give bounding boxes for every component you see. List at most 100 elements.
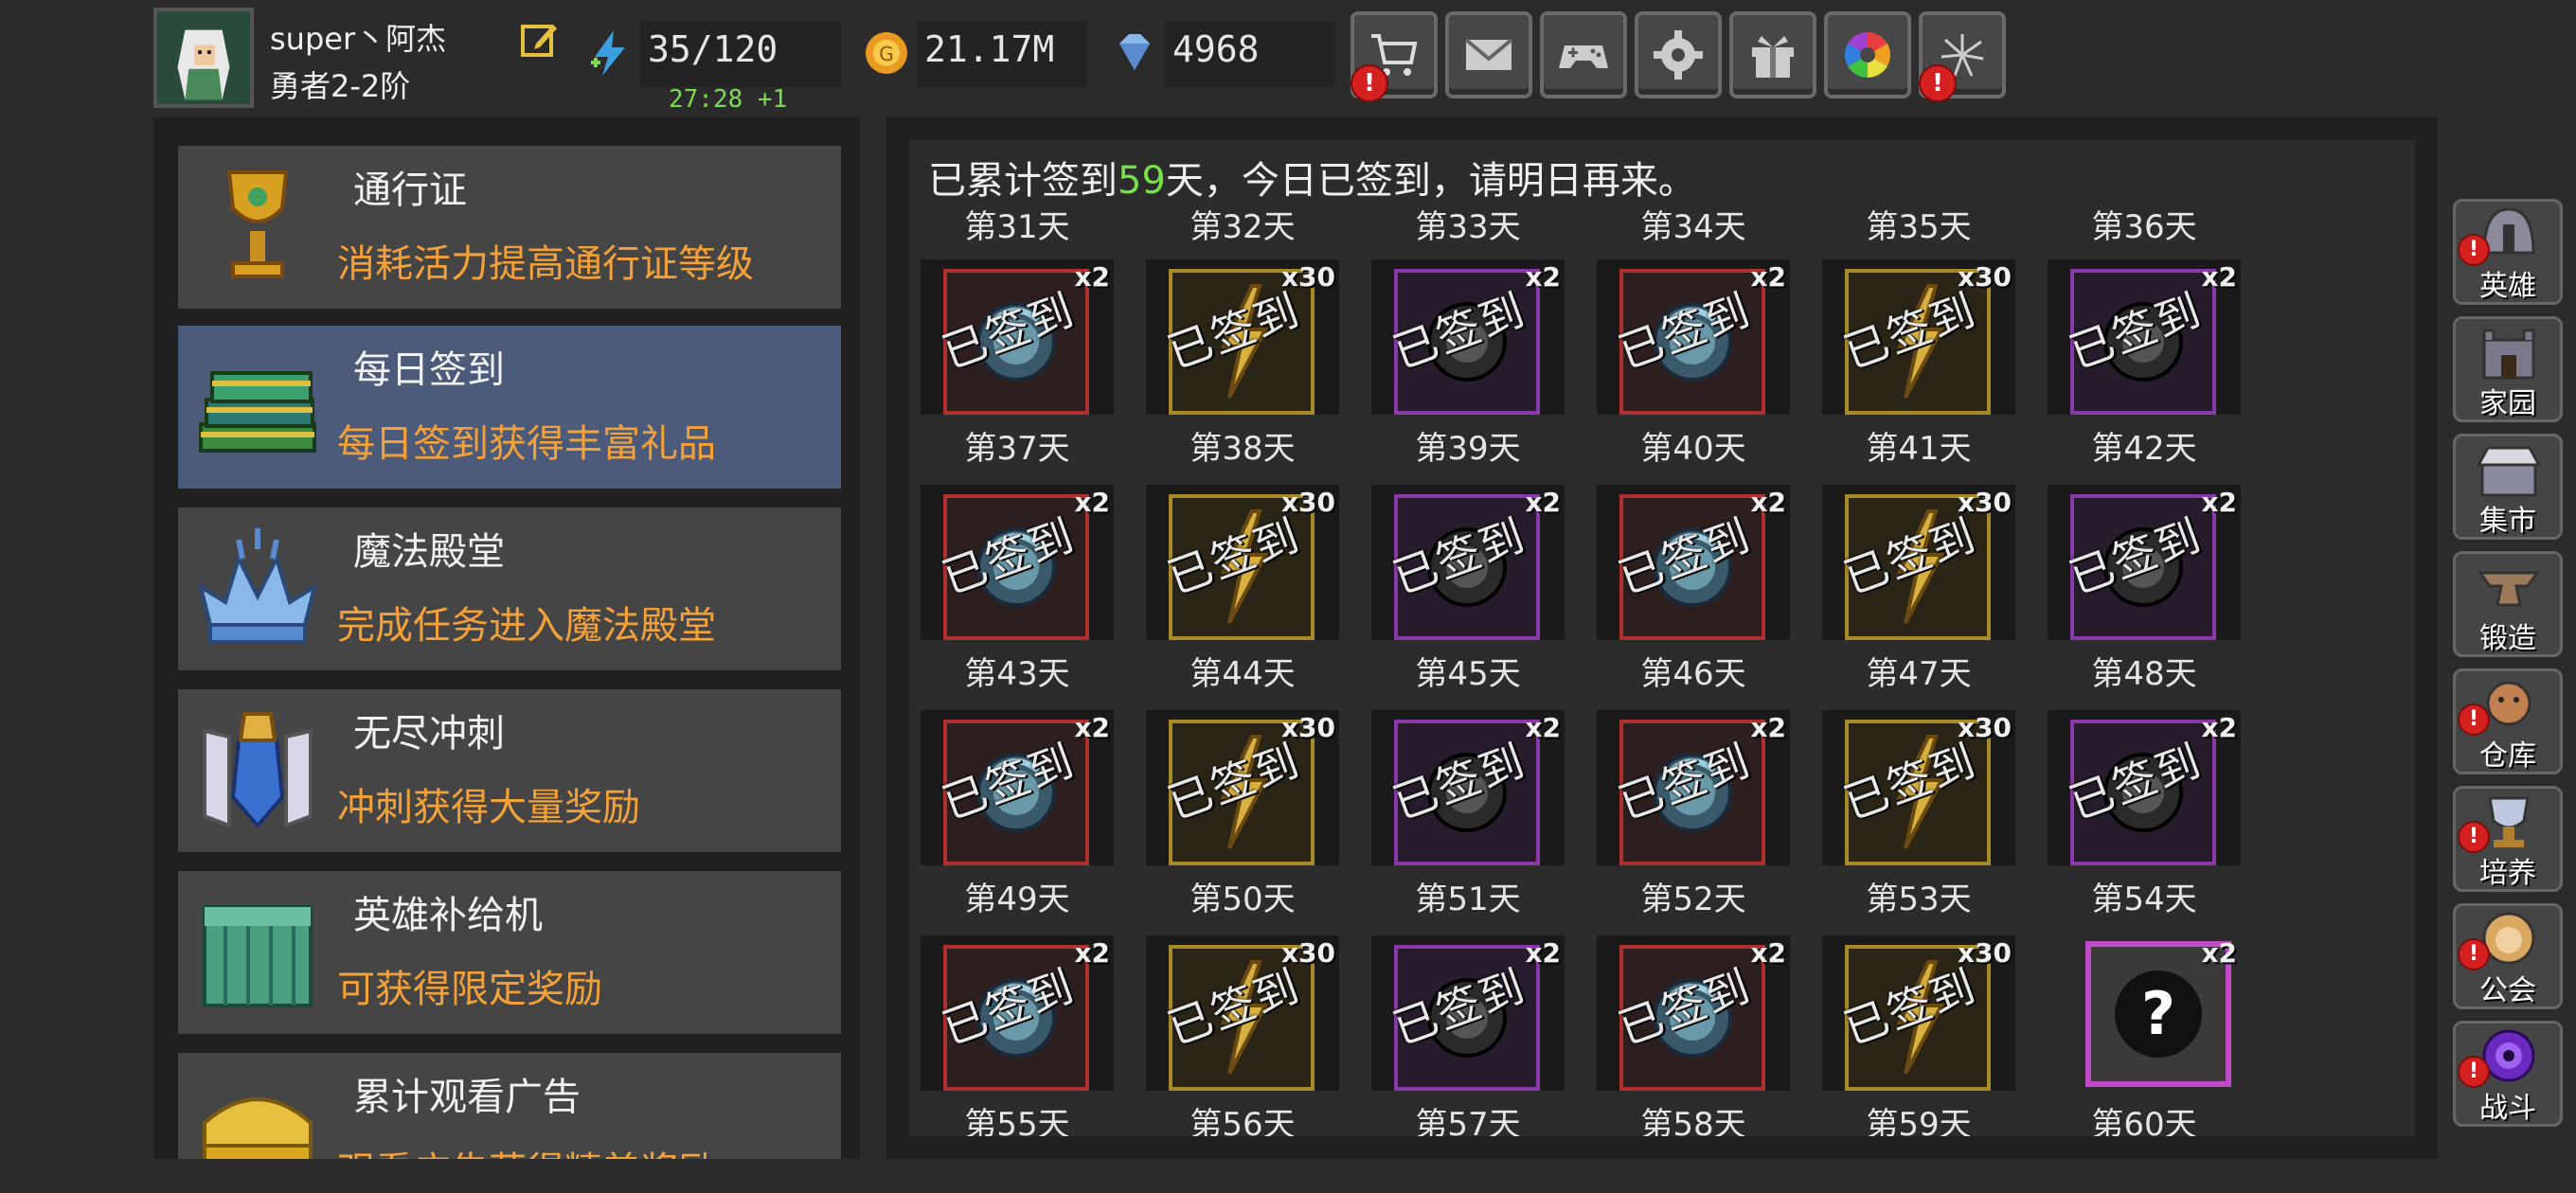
menu-item-title: 通行证 xyxy=(353,169,467,212)
menu-item-desc: 消耗活力提高通行证等级 xyxy=(337,242,754,286)
nav-castle-button[interactable]: 家园 xyxy=(2453,316,2563,422)
menu-item-endless-sprint[interactable]: 无尽冲刺 冲刺获得大量奖励 xyxy=(178,689,841,852)
day-label: 第42天 xyxy=(2091,430,2197,468)
day-label: 第41天 xyxy=(1866,430,1972,468)
gamepad-button[interactable] xyxy=(1540,11,1627,98)
reward-cell[interactable]: 已签到 x30 xyxy=(1822,259,2015,415)
reward-cell[interactable]: 已签到 x2 xyxy=(1371,710,1565,865)
menu-item-desc: 可获得限定奖励 xyxy=(337,968,602,1011)
reward-cell[interactable]: 已签到 x30 xyxy=(1146,935,1339,1091)
alert-badge: ! xyxy=(2458,938,2490,970)
question-mark-icon: ? xyxy=(2115,970,2202,1058)
avatar-portrait-icon xyxy=(157,11,250,104)
chalice-icon xyxy=(226,170,289,278)
reward-quantity: x30 xyxy=(1280,937,1335,969)
reward-cell[interactable]: ? x2 xyxy=(2048,935,2241,1091)
reward-cell[interactable]: 已签到 x2 xyxy=(1597,935,1790,1091)
reward-cell[interactable]: 已签到 x2 xyxy=(1597,710,1790,865)
nav-label: 战斗 xyxy=(2479,1092,2536,1125)
day-label: 第46天 xyxy=(1640,655,1746,693)
day-label: 第39天 xyxy=(1415,430,1521,468)
reward-quantity: x2 xyxy=(2201,712,2237,743)
reward-quantity: x2 xyxy=(1750,712,1786,743)
reward-quantity: x2 xyxy=(2201,487,2237,518)
nav-label: 公会 xyxy=(2479,974,2536,1007)
reward-cell[interactable]: 已签到 x30 xyxy=(1146,710,1339,865)
energy-timer: 27:28 +1 xyxy=(669,85,788,114)
signin-msg-prefix: 已累计签到 xyxy=(928,159,1118,203)
day-label: 第47天 xyxy=(1866,655,1972,693)
signin-grid-area[interactable]: 已累计签到59天，今日已签到，请明日再来。 第31天 第32天 第33天 第34天 第3… xyxy=(909,140,2415,1136)
day-label: 第51天 xyxy=(1415,881,1521,918)
edit-icon[interactable] xyxy=(519,19,561,61)
reward-cell[interactable]: 已签到 x2 xyxy=(921,485,1114,640)
reward-cell[interactable]: 已签到 x2 xyxy=(921,710,1114,865)
menu-item-magic-hall[interactable]: 魔法殿堂 完成任务进入魔法殿堂 xyxy=(178,507,841,670)
reward-quantity: x30 xyxy=(1280,487,1335,518)
day-label: 第44天 xyxy=(1190,655,1296,693)
day-label: 第37天 xyxy=(964,430,1070,468)
menu-item-desc: 每日签到获得丰富礼品 xyxy=(337,422,716,466)
menu-item-daily-signin[interactable]: 每日签到 每日签到获得丰富礼品 xyxy=(178,326,841,489)
reward-cell[interactable]: 已签到 x30 xyxy=(1822,485,2015,640)
color-wheel-button[interactable] xyxy=(1824,11,1911,98)
svg-text:?: ? xyxy=(2141,979,2175,1048)
reward-quantity: x2 xyxy=(1525,712,1561,743)
menu-item-pass[interactable]: 通行证 消耗活力提高通行证等级 xyxy=(178,146,841,309)
nav-helmet-button[interactable]: 英雄! xyxy=(2453,199,2563,305)
reward-cell[interactable]: 已签到 x2 xyxy=(2048,485,2241,640)
gold-coin-icon: G xyxy=(866,32,907,74)
reward-quantity: x2 xyxy=(2201,261,2237,293)
nav-anvil-button[interactable]: 锻造 xyxy=(2453,551,2563,657)
reward-cell[interactable]: 已签到 x2 xyxy=(1371,259,1565,415)
top-bar: super丶阿杰 勇者2-2阶 35/120 27:28 +1 G 21.17M… xyxy=(0,0,2576,114)
reward-cell[interactable]: 已签到 x30 xyxy=(1822,935,2015,1091)
reward-cell[interactable]: 已签到 x2 xyxy=(2048,259,2241,415)
player-name: super丶阿杰 xyxy=(270,21,447,57)
reward-cell[interactable]: 已签到 x2 xyxy=(1371,935,1565,1091)
nav-lion-button[interactable]: 公会! xyxy=(2453,903,2563,1009)
reward-quantity: x2 xyxy=(1074,712,1110,743)
reward-cell[interactable]: 已签到 x2 xyxy=(1597,485,1790,640)
reward-quantity: x30 xyxy=(1957,261,2012,293)
reward-cell[interactable]: 已签到 x30 xyxy=(1146,259,1339,415)
mail-button[interactable] xyxy=(1445,11,1532,98)
reward-cell[interactable]: 已签到 x2 xyxy=(2048,710,2241,865)
day-label: 第56天 xyxy=(1190,1106,1296,1136)
reward-cell[interactable]: 已签到 x2 xyxy=(921,259,1114,415)
day-label: 第31天 xyxy=(964,208,1070,246)
alert-badge: ! xyxy=(2458,234,2490,266)
menu-item-title: 魔法殿堂 xyxy=(353,530,505,574)
reward-cell[interactable]: 已签到 x2 xyxy=(1597,259,1790,415)
menu-item-watch-ads[interactable]: 累计观看广告 观看广告获得精美奖励 xyxy=(178,1053,841,1159)
shop-button[interactable]: ! xyxy=(1351,11,1438,102)
nav-label: 家园 xyxy=(2479,387,2536,420)
reward-cell[interactable]: 已签到 x30 xyxy=(1822,710,2015,865)
day-label: 第59天 xyxy=(1866,1106,1972,1136)
nav-market-button[interactable]: 集市 xyxy=(2453,434,2563,540)
nav-label: 仓库 xyxy=(2479,739,2536,773)
signin-panel: 已累计签到59天，今日已签到，请明日再来。 第31天 第32天 第33天 第34天 第3… xyxy=(886,117,2438,1159)
jade-block-icon xyxy=(203,905,313,1007)
menu-item-title: 无尽冲刺 xyxy=(353,712,505,756)
day-label: 第50天 xyxy=(1190,881,1296,918)
player-avatar[interactable] xyxy=(153,8,254,108)
day-label: 第52天 xyxy=(1640,881,1746,918)
day-label: 第38天 xyxy=(1190,430,1296,468)
gift-button[interactable] xyxy=(1729,11,1816,98)
reward-quantity: x2 xyxy=(1750,261,1786,293)
menu-item-hero-supply[interactable]: 英雄补给机 可获得限定奖励 xyxy=(178,871,841,1034)
nav-trophy-button[interactable]: 培养! xyxy=(2453,786,2563,892)
reward-quantity: x2 xyxy=(1525,261,1561,293)
settings-button[interactable] xyxy=(1635,11,1722,98)
reward-cell[interactable]: 已签到 x2 xyxy=(1371,485,1565,640)
nav-portal-button[interactable]: 战斗! xyxy=(2453,1021,2563,1127)
color-wheel-icon xyxy=(1844,31,1891,78)
castle-icon xyxy=(2482,329,2535,380)
nav-warehouse-button[interactable]: 仓库! xyxy=(2453,668,2563,775)
reward-cell[interactable]: 已签到 x30 xyxy=(1146,485,1339,640)
crystal-crown-icon xyxy=(197,528,318,644)
fireworks-button[interactable]: ! xyxy=(1919,11,2006,102)
reward-cell[interactable]: 已签到 x2 xyxy=(921,935,1114,1091)
nav-label: 培养 xyxy=(2479,857,2536,890)
